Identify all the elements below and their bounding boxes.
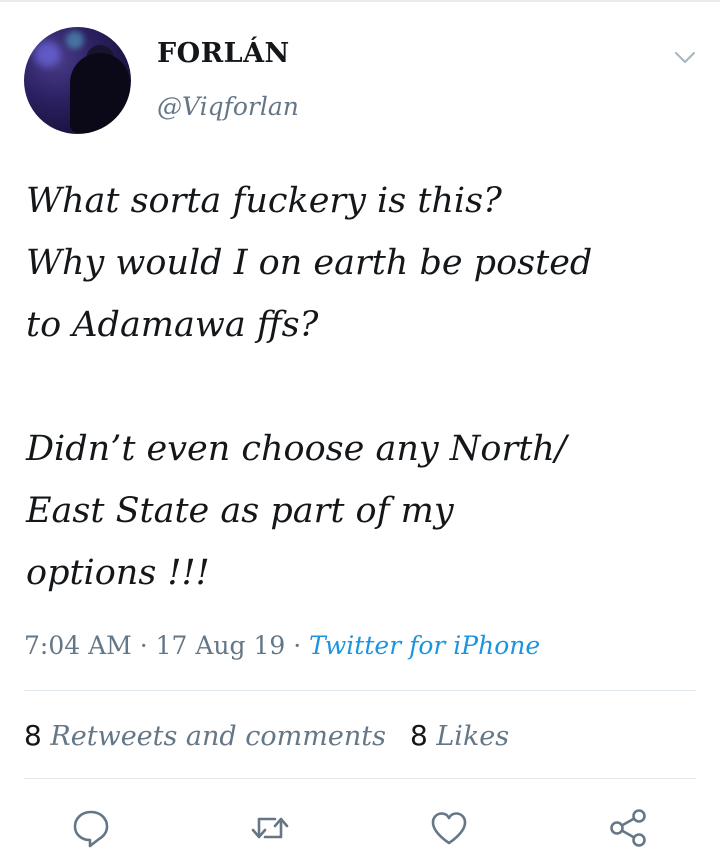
likes-label: Likes (436, 721, 510, 752)
retweets-count: 8 (24, 719, 42, 752)
retweets-label: Retweets and comments (50, 721, 386, 752)
top-divider (0, 0, 720, 2)
divider (24, 778, 696, 779)
tweet-actions (0, 800, 720, 856)
author-handle[interactable]: @Viqforlan (157, 92, 299, 121)
chevron-down-icon[interactable] (672, 44, 698, 70)
avatar-light (66, 31, 84, 49)
likes-count: 8 (409, 719, 428, 752)
likes-stat[interactable]: 8 Likes (409, 719, 510, 752)
avatar-figure (70, 53, 130, 133)
divider (24, 690, 696, 691)
author-display-name[interactable]: FORLÁN (157, 38, 290, 69)
avatar[interactable] (24, 27, 131, 134)
tweet-metadata: 7:04 AM · 17 Aug 19 · Twitter for iPhone (24, 626, 540, 666)
tweet-stats: 8 Retweets and comments 8 Likes (24, 714, 509, 758)
tweet-text: What sorta fuckery is this? Why would I … (26, 170, 696, 604)
tweet-source-link[interactable]: Twitter for iPhone (309, 631, 540, 660)
tweet-paragraph: Didn’t even choose any North/ East State… (26, 429, 567, 593)
heart-icon[interactable] (427, 806, 471, 850)
retweet-icon[interactable] (248, 806, 292, 850)
reply-icon[interactable] (69, 806, 113, 850)
tweet-paragraph: What sorta fuckery is this? Why would I … (26, 181, 593, 345)
retweets-stat[interactable]: 8 Retweets and comments (24, 719, 386, 752)
tweet-time[interactable]: 7:04 AM (24, 631, 132, 660)
meta-separator: · (131, 631, 156, 660)
avatar-light (34, 41, 60, 67)
meta-separator: · (285, 631, 310, 660)
tweet-date[interactable]: 17 Aug 19 (156, 631, 286, 660)
share-icon[interactable] (606, 806, 650, 850)
